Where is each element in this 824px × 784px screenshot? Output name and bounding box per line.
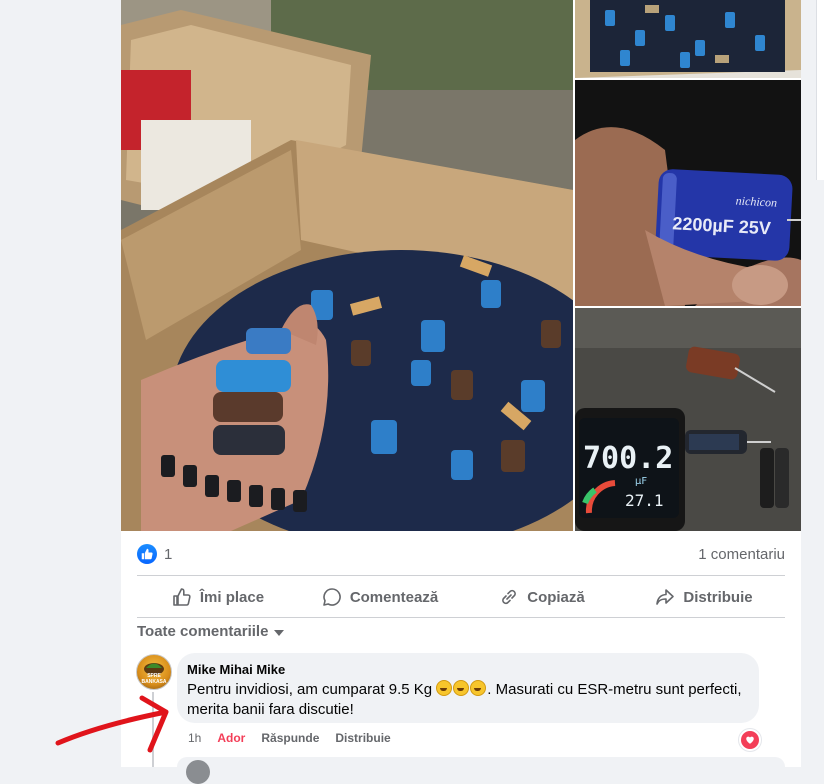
feed-background xyxy=(816,180,824,767)
thread-line xyxy=(152,692,154,767)
avatar-text: SPRE BANKASA xyxy=(141,673,167,685)
current-user-avatar xyxy=(186,760,210,784)
divider xyxy=(137,617,785,618)
share-icon xyxy=(656,589,675,605)
capacitor-brand: nichicon xyxy=(735,194,777,210)
post-actions: Îmi place Comentează Copiază Distribuie xyxy=(137,578,785,616)
post-photo-2[interactable] xyxy=(575,0,801,78)
share-button[interactable]: Distribuie xyxy=(623,578,785,616)
meter-unit: µF xyxy=(635,476,647,487)
copy-link-button[interactable]: Copiază xyxy=(461,578,623,616)
comment-share-button[interactable]: Distribuie xyxy=(335,731,390,745)
reply-button[interactable]: Răspunde xyxy=(261,731,319,745)
like-reaction-icon[interactable] xyxy=(137,544,157,564)
copy-link-label: Copiază xyxy=(527,588,585,606)
like-button[interactable]: Îmi place xyxy=(137,578,299,616)
comment-text: Pentru invidiosi, am cumparat 9.5 Kg . M… xyxy=(187,680,747,720)
caret-down-icon xyxy=(274,629,285,636)
comment-button-label: Comentează xyxy=(349,588,439,606)
meter-reading: 700.2 xyxy=(583,441,673,476)
like-count[interactable]: 1 xyxy=(164,546,172,563)
comment-count[interactable]: 1 comentariu xyxy=(698,546,785,563)
comments-filter-label: Toate comentariile xyxy=(137,623,269,640)
comment-meta: 1h Ador Răspunde Distribuie xyxy=(188,731,391,745)
comments-filter-dropdown[interactable]: Toate comentariile xyxy=(137,623,285,640)
comment-icon xyxy=(323,588,341,606)
reactions-summary: 1 1 comentariu xyxy=(137,542,787,568)
post-photo-3[interactable]: 2200µF 25V nichicon xyxy=(575,80,801,306)
thumbs-up-icon xyxy=(173,588,191,606)
comment-time[interactable]: 1h xyxy=(188,731,201,745)
heart-icon[interactable] xyxy=(739,729,761,751)
post-photo-main[interactable] xyxy=(121,0,573,531)
comment-bubble: Mike Mihai Mike Pentru invidiosi, am cum… xyxy=(177,653,759,723)
comment-button[interactable]: Comentează xyxy=(299,578,461,616)
comment-reaction-button[interactable]: Ador xyxy=(217,731,245,745)
like-button-label: Îmi place xyxy=(199,588,265,606)
comment-text-start: Pentru invidiosi, am cumparat 9.5 Kg xyxy=(187,681,433,698)
divider xyxy=(137,575,785,576)
post-photo-4[interactable]: 700.2 µF 27.1 xyxy=(575,308,801,531)
comment-author[interactable]: Mike Mihai Mike xyxy=(187,662,285,677)
laughing-emoji-icon xyxy=(436,680,487,698)
avatar[interactable]: SPRE BANKASA xyxy=(136,654,172,690)
share-button-label: Distribuie xyxy=(683,588,753,606)
meter-secondary: 27.1 xyxy=(625,491,664,510)
link-icon xyxy=(502,589,517,605)
feed-edge xyxy=(816,0,824,180)
reply-input[interactable] xyxy=(177,757,785,777)
